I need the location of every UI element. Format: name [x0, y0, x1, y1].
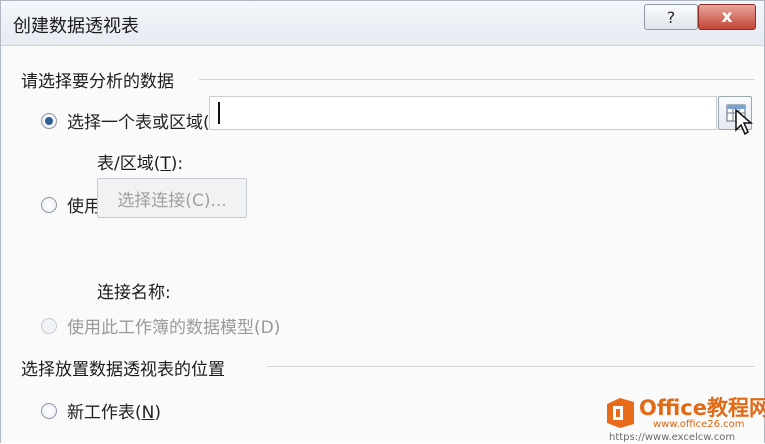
radio-label-data-model: 使用此工作簿的数据模型(D): [67, 318, 281, 338]
radio-new-worksheet[interactable]: 新工作表(N): [41, 398, 161, 423]
create-pivot-table-dialog: 创建数据透视表 ? x 请选择要分析的数据 选择一个表或区域(S) 表/区域(T…: [0, 0, 765, 443]
dialog-title: 创建数据透视表: [13, 16, 139, 37]
select-connection-label: 选择连接(C)...: [117, 190, 227, 211]
data-section-title: 请选择要分析的数据: [21, 72, 174, 92]
radio-button-unchecked[interactable]: [41, 196, 57, 213]
text-cursor: [218, 102, 220, 124]
data-section-divider: [199, 79, 755, 80]
close-button[interactable]: x: [698, 4, 756, 30]
title-bar: 创建数据透视表 ? x: [1, 1, 764, 46]
radio-label-new-worksheet: 新工作表(N): [67, 403, 161, 423]
watermark-url-text: https://www.excelcw.com: [609, 432, 736, 443]
location-section-divider: [267, 366, 755, 367]
radio-select-range[interactable]: 选择一个表或区域(S): [41, 108, 227, 133]
radio-button-checked[interactable]: [41, 112, 57, 129]
close-icon: x: [721, 7, 733, 27]
watermark-sub-text: www.office26.com: [653, 419, 745, 430]
mouse-pointer-icon: [735, 108, 754, 136]
help-button[interactable]: ?: [644, 4, 698, 30]
location-section-title: 选择放置数据透视表的位置: [21, 360, 225, 380]
table-range-input[interactable]: [209, 96, 717, 130]
radio-data-model[interactable]: 使用此工作簿的数据模型(D): [41, 313, 280, 338]
radio-label-select-range: 选择一个表或区域(S): [67, 113, 227, 133]
radio-button-unchecked[interactable]: [41, 402, 57, 419]
select-connection-button[interactable]: 选择连接(C)...: [97, 178, 247, 218]
watermark-main-text: Office教程网: [639, 396, 765, 420]
site-watermark: Office教程网 www.office26.com https://www.e…: [597, 384, 765, 444]
office-logo-icon: [607, 398, 634, 428]
help-icon: ?: [666, 7, 676, 27]
connection-name-label: 连接名称:: [97, 283, 171, 303]
radio-button-disabled[interactable]: [41, 317, 57, 334]
table-range-label: 表/区域(T):: [97, 154, 184, 174]
